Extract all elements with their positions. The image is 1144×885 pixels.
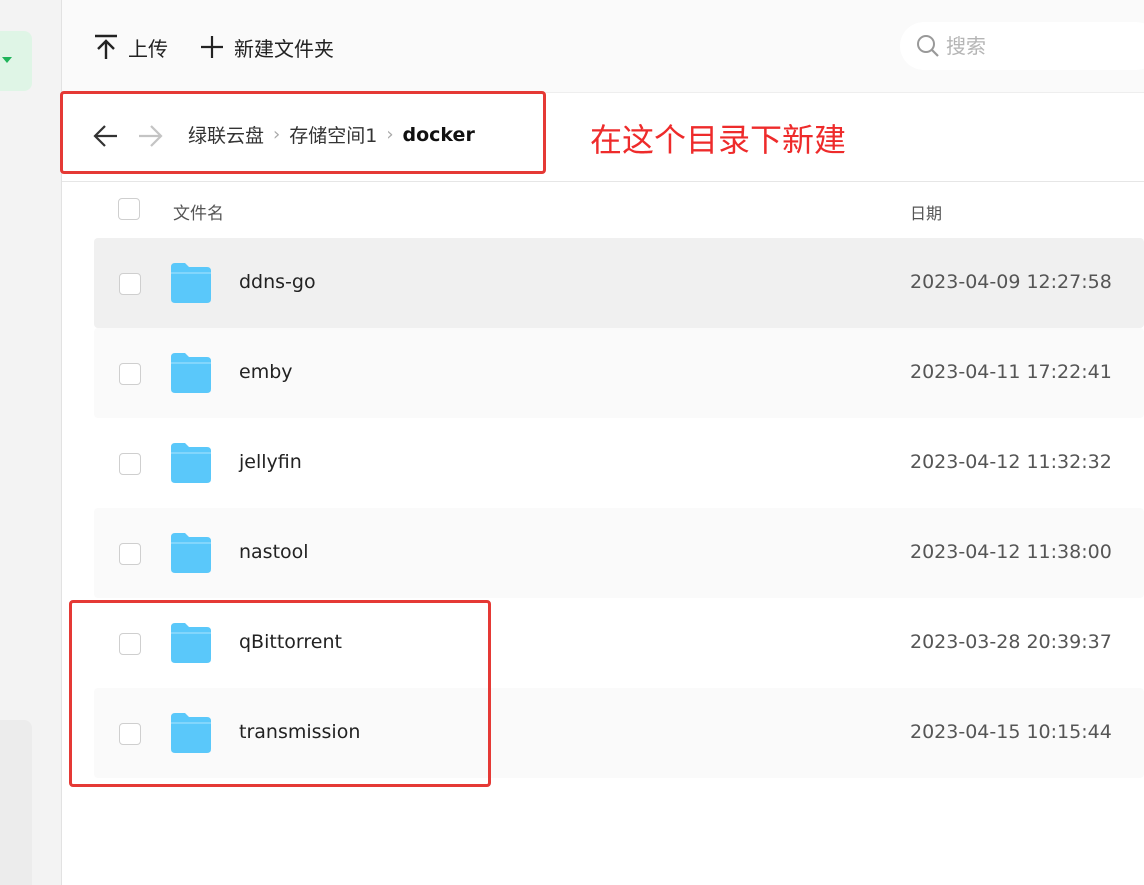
table-row[interactable]: qBittorrent 2023-03-28 20:39:37 xyxy=(94,598,1144,688)
file-date: 2023-03-28 20:39:37 xyxy=(910,631,1112,653)
breadcrumb: 绿联云盘 › 存储空间1 › docker xyxy=(188,121,475,148)
row-checkbox[interactable] xyxy=(119,543,141,565)
table-header: 文件名 日期 xyxy=(94,182,1144,238)
file-date: 2023-04-11 17:22:41 xyxy=(910,361,1112,383)
sidebar-panel xyxy=(0,720,32,885)
file-date: 2023-04-12 11:38:00 xyxy=(910,541,1112,563)
file-name: emby xyxy=(239,361,293,383)
upload-icon xyxy=(95,34,117,59)
search-box[interactable] xyxy=(900,22,1144,70)
folder-icon xyxy=(171,713,211,753)
breadcrumb-item-current: docker xyxy=(402,123,475,146)
table-row[interactable]: emby 2023-04-11 17:22:41 xyxy=(94,328,1144,418)
file-name: qBittorrent xyxy=(239,631,342,653)
table-row[interactable]: nastool 2023-04-12 11:38:00 xyxy=(94,508,1144,598)
file-date: 2023-04-15 10:15:44 xyxy=(910,721,1112,743)
row-checkbox[interactable] xyxy=(119,453,141,475)
table-row[interactable]: ddns-go 2023-04-09 12:27:58 xyxy=(94,238,1144,328)
file-date: 2023-04-09 12:27:58 xyxy=(910,271,1112,293)
folder-icon xyxy=(171,443,211,483)
toolbar: 上传 新建文件夹 xyxy=(62,0,1144,93)
chevron-right-icon: › xyxy=(273,124,281,145)
row-checkbox[interactable] xyxy=(119,363,141,385)
annotation-text: 在这个目录下新建 xyxy=(590,121,847,159)
table-row[interactable]: jellyfin 2023-04-12 11:32:32 xyxy=(94,418,1144,508)
breadcrumb-item-root[interactable]: 绿联云盘 xyxy=(188,121,264,148)
file-name: jellyfin xyxy=(239,451,302,473)
upload-button[interactable]: 上传 xyxy=(94,30,168,64)
folder-icon xyxy=(171,533,211,573)
sidebar-active-item[interactable] xyxy=(0,31,32,91)
arrow-right-icon[interactable] xyxy=(137,123,163,149)
breadcrumb-item-storage[interactable]: 存储空间1 xyxy=(289,121,377,148)
new-folder-button[interactable]: 新建文件夹 xyxy=(200,30,334,64)
file-name: transmission xyxy=(239,721,361,743)
search-input[interactable] xyxy=(944,33,1138,59)
file-name: nastool xyxy=(239,541,309,563)
folder-icon xyxy=(171,263,211,303)
file-name: ddns-go xyxy=(239,271,316,293)
chevron-right-icon: › xyxy=(386,124,394,145)
folder-icon xyxy=(171,353,211,393)
row-checkbox[interactable] xyxy=(119,633,141,655)
column-header-date[interactable]: 日期 xyxy=(910,200,942,224)
select-all-checkbox[interactable] xyxy=(118,198,140,220)
file-date: 2023-04-12 11:32:32 xyxy=(910,451,1112,473)
row-checkbox[interactable] xyxy=(119,273,141,295)
sidebar xyxy=(0,0,62,885)
arrow-left-icon[interactable] xyxy=(93,123,119,149)
search-icon xyxy=(917,35,939,57)
upload-label: 上传 xyxy=(128,36,168,61)
new-folder-label: 新建文件夹 xyxy=(234,36,334,61)
folder-icon xyxy=(171,623,211,663)
file-list: ddns-go 2023-04-09 12:27:58 emby 2023-04… xyxy=(94,238,1144,778)
column-header-name[interactable]: 文件名 xyxy=(173,199,224,224)
plus-icon xyxy=(201,36,223,58)
table-row[interactable]: transmission 2023-04-15 10:15:44 xyxy=(94,688,1144,778)
caret-down-icon xyxy=(2,57,12,63)
row-checkbox[interactable] xyxy=(119,723,141,745)
